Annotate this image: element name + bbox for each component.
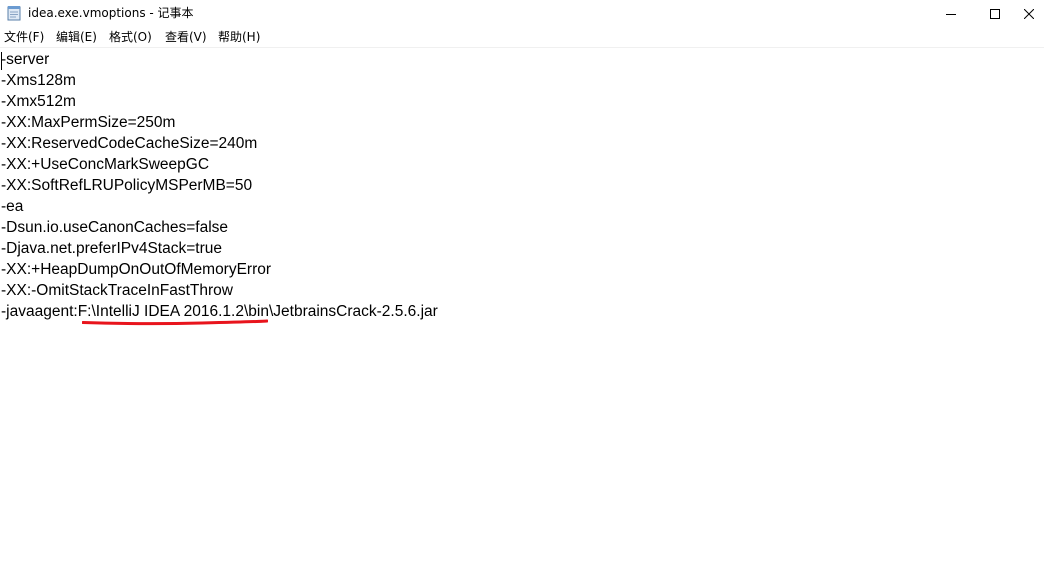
window-title: idea.exe.vmoptions - 记事本 xyxy=(28,6,194,20)
minimize-button[interactable] xyxy=(928,0,974,27)
menu-bar: 文件(F) 编辑(E) 格式(O) 查看(V) 帮助(H) xyxy=(0,27,1044,47)
text-line: -Dsun.io.useCanonCaches=false xyxy=(1,219,229,236)
menu-format[interactable]: 格式(O) xyxy=(108,29,153,45)
text-line: -XX:MaxPermSize=250m xyxy=(1,114,176,131)
title-bar[interactable]: idea.exe.vmoptions - 记事本 xyxy=(0,0,1044,27)
notepad-icon xyxy=(7,5,21,21)
text-line: -Xmx512m xyxy=(1,93,76,110)
text-line: -XX:-OmitStackTraceInFastThrow xyxy=(1,282,233,299)
text-line: -XX:ReservedCodeCacheSize=240m xyxy=(1,135,258,152)
text-line: -XX:SoftRefLRUPolicyMSPerMB=50 xyxy=(1,177,253,194)
text-line: -Xms128m xyxy=(1,72,76,89)
menu-file[interactable]: 文件(F) xyxy=(3,29,45,45)
menu-edit[interactable]: 编辑(E) xyxy=(55,29,98,45)
notepad-window: idea.exe.vmoptions - 记事本 文件(F) 编辑(E) 格式(… xyxy=(0,0,1044,588)
text-line: -ea xyxy=(1,198,24,215)
menu-view[interactable]: 查看(V) xyxy=(164,29,208,45)
red-underline-annotation xyxy=(82,319,268,326)
minimize-icon xyxy=(946,13,956,15)
maximize-button[interactable] xyxy=(972,0,1018,27)
text-line: -XX:+HeapDumpOnOutOfMemoryError xyxy=(1,261,272,278)
maximize-icon xyxy=(990,8,1000,19)
text-caret xyxy=(1,52,2,70)
menu-help[interactable]: 帮助(H) xyxy=(217,29,261,45)
close-button[interactable] xyxy=(1014,0,1044,27)
text-line: -Djava.net.preferIPv4Stack=true xyxy=(1,240,222,257)
text-line: -server xyxy=(1,51,50,68)
text-line: -XX:+UseConcMarkSweepGC xyxy=(1,156,210,173)
close-icon xyxy=(1024,8,1034,19)
